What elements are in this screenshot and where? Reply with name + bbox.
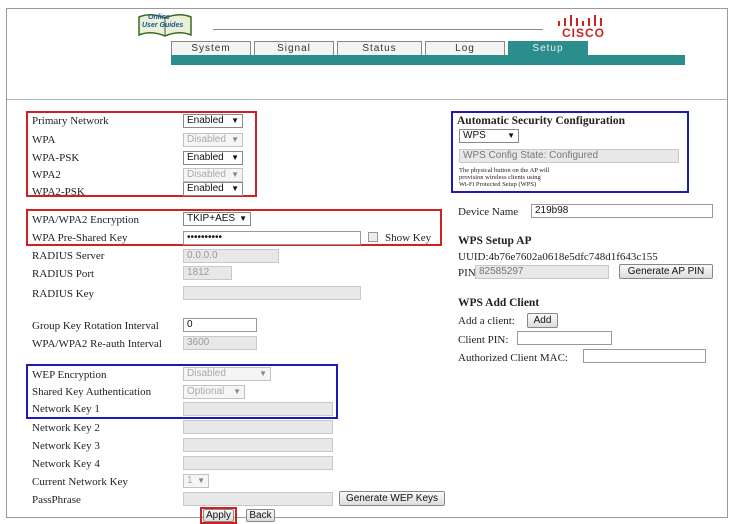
reauth-label: WPA/WPA2 Re-auth Interval xyxy=(32,338,162,350)
dropdown-arrow-icon: ▼ xyxy=(233,387,241,396)
wpa-label: WPA xyxy=(32,134,56,146)
dropdown-arrow-icon: ▼ xyxy=(231,153,239,162)
tab-system[interactable]: System xyxy=(171,41,251,56)
wps-select-value: WPS xyxy=(463,130,486,141)
wps-note-line2: provision wireless clients using xyxy=(459,174,541,181)
wps-select[interactable]: WPS ▼ xyxy=(459,129,519,143)
online-user-guides-logo: Online User Guides xyxy=(136,11,194,38)
network-key-2-label: Network Key 2 xyxy=(32,422,100,434)
primary-network-select[interactable]: Enabled ▼ xyxy=(183,114,243,128)
encryption-label: WPA/WPA2 Encryption xyxy=(32,214,140,226)
wpa-psk-select[interactable]: Enabled ▼ xyxy=(183,151,243,165)
apply-button[interactable]: Apply xyxy=(203,509,234,522)
wps-note-line1: The physical button on the AP will xyxy=(459,167,550,174)
group-key-label: Group Key Rotation Interval xyxy=(32,320,159,332)
show-key-label: Show Key xyxy=(385,232,432,244)
reauth-input[interactable]: 3600 xyxy=(183,336,257,350)
cisco-logo: CISCO xyxy=(556,14,606,40)
tab-bar xyxy=(171,55,685,65)
network-key-3-input[interactable] xyxy=(183,438,333,452)
encryption-value: TKIP+AES xyxy=(187,213,236,224)
network-key-1-label: Network Key 1 xyxy=(32,403,100,415)
wpa2-psk-value: Enabled xyxy=(187,183,224,194)
radius-port-input[interactable]: 1812 xyxy=(183,266,232,280)
wps-config-state: WPS Config State: Configured xyxy=(459,149,679,163)
client-pin-input[interactable] xyxy=(517,331,612,345)
auto-security-title: Automatic Security Configuration xyxy=(457,115,626,127)
logo-text-user-guides: User Guides xyxy=(142,22,184,29)
dropdown-arrow-icon: ▼ xyxy=(259,369,267,378)
generate-wep-keys-button[interactable]: Generate WEP Keys xyxy=(339,491,445,506)
wps-setup-ap-title: WPS Setup AP xyxy=(458,235,532,247)
content-separator xyxy=(7,99,727,100)
header-rule xyxy=(213,29,543,30)
wpa-select[interactable]: Disabled ▼ xyxy=(183,133,243,147)
radius-key-input[interactable] xyxy=(183,286,361,300)
wpa-psk-value: Enabled xyxy=(187,152,224,163)
wpa2-psk-select[interactable]: Enabled ▼ xyxy=(183,182,243,196)
passphrase-input[interactable] xyxy=(183,492,333,506)
primary-network-label: Primary Network xyxy=(32,115,109,127)
tab-status[interactable]: Status xyxy=(337,41,422,56)
psk-input[interactable]: •••••••••• xyxy=(183,231,361,245)
show-key-checkbox[interactable] xyxy=(368,232,378,242)
add-client-button[interactable]: Add xyxy=(527,313,558,328)
shared-key-select[interactable]: Optional ▼ xyxy=(183,385,245,399)
encryption-select[interactable]: TKIP+AES ▼ xyxy=(183,212,251,226)
back-button[interactable]: Back xyxy=(246,509,275,522)
authorized-mac-input[interactable] xyxy=(583,349,706,363)
group-key-input[interactable]: 0 xyxy=(183,318,257,332)
network-key-1-input[interactable] xyxy=(183,402,333,416)
wpa2-psk-label: WPA2-PSK xyxy=(32,186,85,198)
current-key-value: 1 xyxy=(187,475,193,486)
dropdown-arrow-icon: ▼ xyxy=(231,135,239,144)
generate-ap-pin-button[interactable]: Generate AP PIN xyxy=(619,264,713,279)
device-name-input[interactable]: 219b98 xyxy=(531,204,713,218)
wpa2-select[interactable]: Disabled ▼ xyxy=(183,168,243,182)
cisco-wordmark: CISCO xyxy=(562,26,606,40)
wep-encryption-label: WEP Encryption xyxy=(32,369,107,381)
tab-setup[interactable]: Setup xyxy=(508,41,588,56)
dropdown-arrow-icon: ▼ xyxy=(197,476,205,485)
shared-key-value: Optional xyxy=(187,386,225,397)
network-key-2-input[interactable] xyxy=(183,420,333,434)
wep-encryption-select[interactable]: Disabled ▼ xyxy=(183,367,271,381)
network-key-4-input[interactable] xyxy=(183,456,333,470)
dropdown-arrow-icon: ▼ xyxy=(231,170,239,179)
client-pin-label: Client PIN: xyxy=(458,334,509,346)
wps-add-client-title: WPS Add Client xyxy=(458,297,540,309)
dropdown-arrow-icon: ▼ xyxy=(507,131,515,140)
dropdown-arrow-icon: ▼ xyxy=(239,214,247,223)
pin-input[interactable]: 82585297 xyxy=(475,265,609,279)
network-key-3-label: Network Key 3 xyxy=(32,440,100,452)
device-name-label: Device Name xyxy=(458,206,519,218)
dropdown-arrow-icon: ▼ xyxy=(231,184,239,193)
radius-server-label: RADIUS Server xyxy=(32,250,105,262)
wps-uuid: UUID:4b76e7602a0618e5dfc748d1f643c155 xyxy=(458,251,658,263)
network-key-4-label: Network Key 4 xyxy=(32,458,100,470)
psk-label: WPA Pre-Shared Key xyxy=(32,232,128,244)
logo-text-online: Online xyxy=(148,14,170,21)
wps-note-line3: Wi-Fi Protected Setup (WPS) xyxy=(459,181,537,188)
primary-network-value: Enabled xyxy=(187,115,224,126)
radius-port-label: RADIUS Port xyxy=(32,268,95,280)
radius-key-label: RADIUS Key xyxy=(32,288,95,300)
authorized-mac-label: Authorized Client MAC: xyxy=(458,352,568,364)
wpa-value: Disabled xyxy=(187,134,226,145)
tab-log[interactable]: Log xyxy=(425,41,505,56)
wpa-psk-label: WPA-PSK xyxy=(32,152,80,164)
passphrase-label: PassPhrase xyxy=(32,494,81,506)
current-key-label: Current Network Key xyxy=(32,476,128,488)
add-client-label: Add a client: xyxy=(458,315,515,327)
wpa2-label: WPA2 xyxy=(32,169,61,181)
wpa2-value: Disabled xyxy=(187,169,226,180)
radius-server-input[interactable]: 0.0.0.0 xyxy=(183,249,279,263)
dropdown-arrow-icon: ▼ xyxy=(231,116,239,125)
current-key-select[interactable]: 1 ▼ xyxy=(183,474,209,488)
wep-encryption-value: Disabled xyxy=(187,368,226,379)
tab-signal[interactable]: Signal xyxy=(254,41,334,56)
shared-key-label: Shared Key Authentication xyxy=(32,386,152,398)
